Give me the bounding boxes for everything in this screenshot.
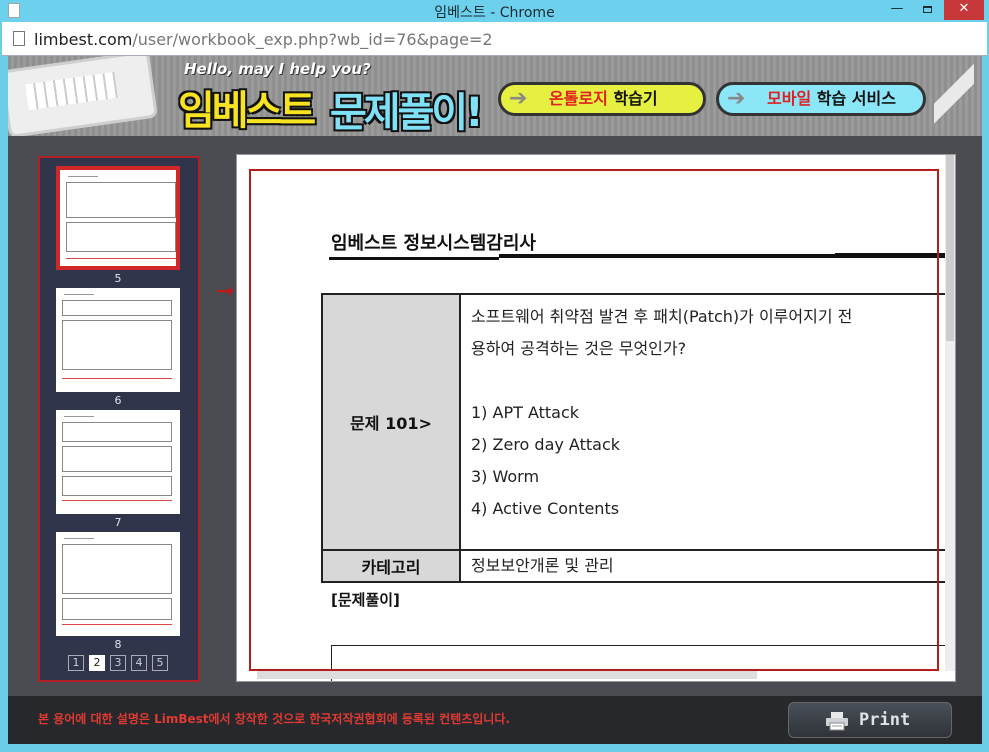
close-button[interactable]: ✕ (944, 0, 984, 20)
window-title: 임베스트 - Chrome (434, 5, 555, 21)
category-value: 정보보안개론 및 관리 (459, 549, 955, 583)
mobile-label: 학습 서비스 (811, 89, 896, 108)
logo-problem-solving: 문제풀이! (330, 90, 483, 136)
banner-hello: Hello, may I help you? (184, 60, 371, 78)
copyright-notice: 본 용어에 대한 설명은 LimBest에서 창작한 것으로 한국저작권협회에 … (38, 712, 510, 726)
arrow-right-icon: ➔ (727, 86, 746, 111)
maximize-icon (922, 6, 932, 13)
question-table: 문제 101> 소프트웨어 취약점 발견 후 패치(Patch)가 이루어지기 … (321, 293, 955, 583)
page-link-2[interactable]: 2 (89, 655, 105, 671)
mobile-label-highlight: 모바일 (767, 89, 812, 108)
current-page-arrow-icon: ➞ (216, 279, 235, 304)
document-icon (13, 31, 25, 46)
footer: 본 용어에 대한 설명은 LimBest에서 창작한 것으로 한국저작권협회에 … (8, 696, 982, 744)
ontology-label-highlight: 온톨로지 (549, 89, 608, 108)
mobile-learning-button[interactable]: ➔ 모바일 학습 서비스 (716, 82, 926, 116)
answer-option: 1) APT Attack (471, 403, 580, 422)
address-bar[interactable]: limbest.com/user/workbook_exp.php?wb_id=… (2, 22, 987, 56)
question-text: 용하여 공격하는 것은 무엇인가? (471, 339, 687, 358)
question-text: 소프트웨어 취약점 발견 후 패치(Patch)가 이루어지기 전 (471, 307, 853, 326)
title-rule (499, 254, 835, 258)
ontology-learning-button[interactable]: ➔ 온톨로지 학습기 (498, 82, 706, 116)
page-link-4[interactable]: 4 (131, 655, 147, 671)
thumbnail-number: 8 (114, 638, 122, 651)
scrollbar-thumb[interactable] (946, 155, 954, 341)
question-body: 소프트웨어 취약점 발견 후 패치(Patch)가 이루어지기 전 용하여 공격… (459, 293, 955, 551)
thumbnail-sidebar: 5 6 7 8 1 2 3 4 5 (38, 156, 200, 682)
url-text[interactable]: limbest.com/user/workbook_exp.php?wb_id=… (34, 30, 493, 49)
print-button[interactable]: Print (788, 702, 952, 738)
thumbnail-page-7[interactable] (56, 410, 180, 514)
title-rule (329, 257, 499, 260)
page-link-1[interactable]: 1 (68, 655, 84, 671)
maximize-button[interactable] (914, 0, 940, 20)
thumbnail-number: 5 (114, 272, 122, 285)
banner: Hello, may I help you? 임베스트 문제풀이! ➔ 온톨로지 … (8, 56, 982, 136)
horizontal-scrollbar[interactable] (257, 671, 757, 679)
url-path: /user/workbook_exp.php?wb_id=76&page=2 (132, 30, 493, 49)
thumbnail-page-8[interactable] (56, 532, 180, 636)
thumbnail-number: 6 (114, 394, 122, 407)
answer-option: 3) Worm (471, 467, 540, 486)
question-label: 문제 101> (321, 293, 461, 551)
window-titlebar: 임베스트 - Chrome — ✕ (0, 0, 989, 22)
solution-label: [문제풀이] (331, 591, 400, 609)
logo-limbest[interactable]: 임베스트 (178, 78, 316, 136)
laptop-illustration-icon (8, 56, 159, 136)
answer-option: 2) Zero day Attack (471, 435, 621, 454)
pencil-illustration-icon (934, 64, 974, 124)
page-link-3[interactable]: 3 (110, 655, 126, 671)
thumbnail-page-5[interactable] (56, 166, 180, 270)
title-rule (835, 253, 955, 258)
thumbnail-number: 7 (114, 516, 122, 529)
document-title: 임베스트 정보시스템감리사 (331, 233, 536, 254)
arrow-right-icon: ➔ (509, 86, 528, 111)
document-viewer[interactable]: 임베스트 정보시스템감리사 문제 101> 소프트웨어 취약점 발견 후 패치(… (236, 154, 956, 682)
ontology-label: 학습기 (607, 89, 658, 108)
url-domain: limbest.com (34, 30, 133, 49)
printer-icon (826, 712, 848, 731)
vertical-scrollbar[interactable] (945, 155, 955, 671)
thumbnail-page-6[interactable] (56, 288, 180, 392)
category-label: 카테고리 (321, 549, 461, 583)
minimize-button[interactable]: — (884, 0, 910, 20)
page-link-5[interactable]: 5 (152, 655, 168, 671)
answer-option: 4) Active Contents (471, 499, 620, 518)
print-label: Print (859, 710, 911, 730)
page-content: Hello, may I help you? 임베스트 문제풀이! ➔ 온톨로지 … (8, 56, 982, 744)
